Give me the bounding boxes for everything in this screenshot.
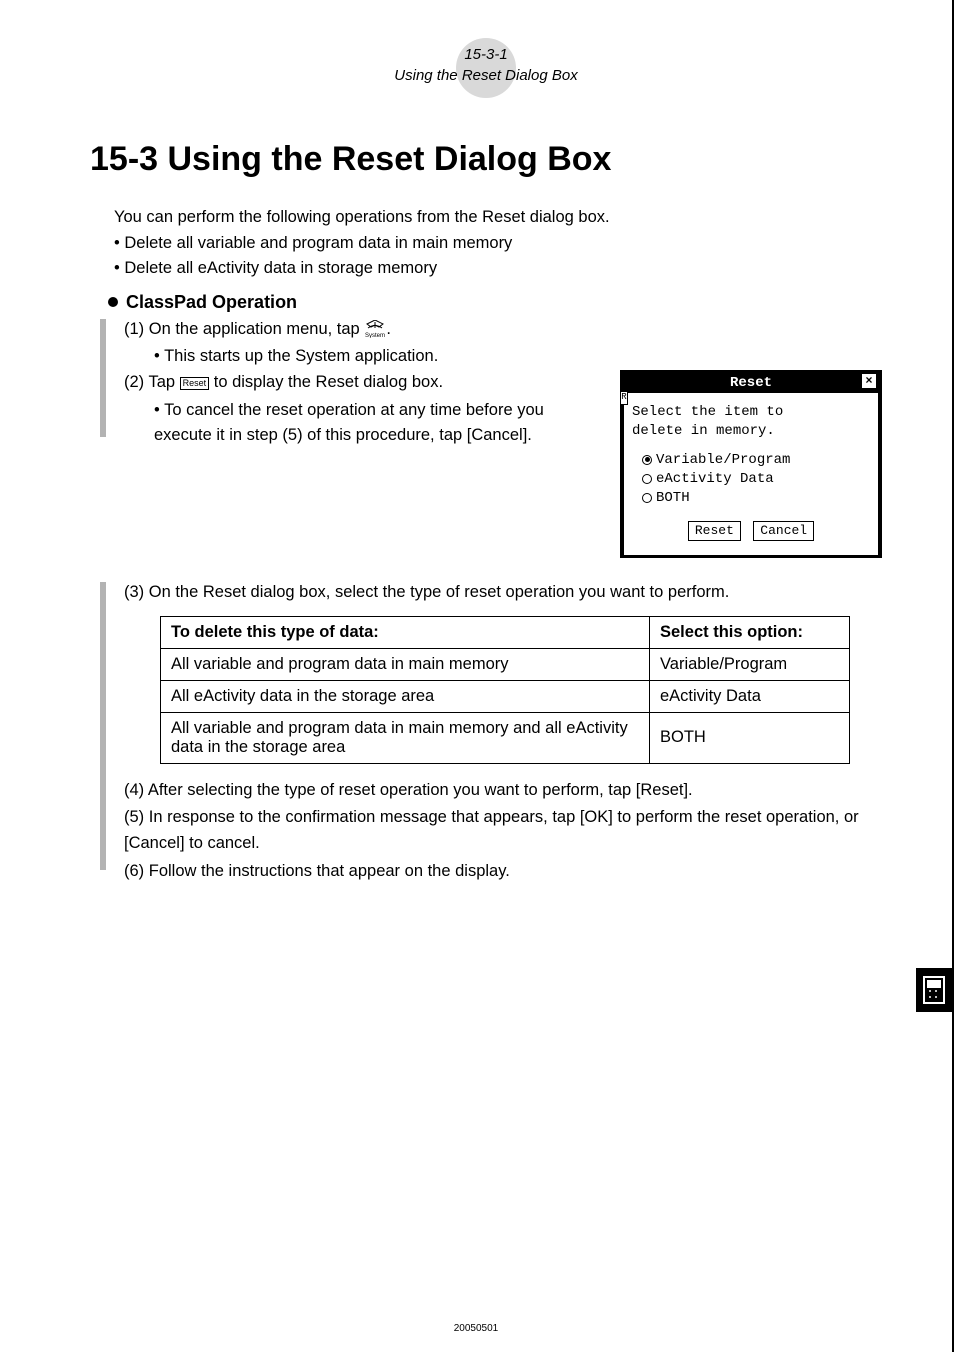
reset-toolbar-icon: Reset (180, 377, 210, 390)
step-1: (1) On the application menu, tap System … (124, 317, 882, 343)
running-title: Using the Reset Dialog Box (90, 65, 882, 86)
close-icon[interactable]: × (862, 374, 876, 388)
bullet-icon (108, 297, 118, 307)
dialog-option-both[interactable]: BOTH (642, 489, 870, 508)
radio-icon (642, 493, 652, 503)
dialog-option-1-label: Variable/Program (656, 451, 790, 470)
table-row: All variable and program data in main me… (161, 712, 850, 763)
dialog-prompt-line2: delete in memory. (632, 422, 870, 441)
footer-code: 20050501 (0, 1323, 952, 1334)
page-ref: 15-3-1 (90, 44, 882, 65)
intro-bullet-1-text: Delete all variable and program data in … (124, 234, 512, 252)
page-header: 15-3-1 Using the Reset Dialog Box (90, 30, 882, 100)
reset-options-table: To delete this type of data: Select this… (160, 616, 850, 764)
step-3: (3) On the Reset dialog box, select the … (124, 580, 882, 606)
dialog-option-variable-program[interactable]: Variable/Program (642, 451, 870, 470)
step-2-sub: • To cancel the reset operation at any t… (154, 398, 606, 449)
step-5: (5) In response to the confirmation mess… (124, 805, 882, 856)
reset-dialog-screenshot: Reset × R Select the item to delete in m… (620, 370, 882, 558)
operation-heading: ClassPad Operation (126, 292, 297, 313)
intro-line: You can perform the following operations… (114, 205, 882, 231)
table-cell: All eActivity data in the storage area (161, 680, 650, 712)
intro-bullet-1: • Delete all variable and program data i… (114, 231, 882, 257)
step-2-sub-text: To cancel the reset operation at any tim… (154, 401, 544, 445)
system-app-icon: System (364, 317, 386, 343)
step-4: (4) After selecting the type of reset op… (124, 778, 882, 804)
svg-text:System: System (365, 333, 385, 338)
table-cell: All variable and program data in main me… (161, 712, 650, 763)
procedure-bar-icon (100, 319, 106, 437)
table-cell: BOTH (650, 712, 850, 763)
step-1-sub-text: This starts up the System application. (164, 347, 438, 365)
radio-icon (642, 474, 652, 484)
step-2-text-after: to display the Reset dialog box. (209, 373, 443, 391)
dialog-option-2-label: eActivity Data (656, 470, 774, 489)
table-cell: eActivity Data (650, 680, 850, 712)
radio-icon (642, 455, 652, 465)
table-row: All variable and program data in main me… (161, 648, 850, 680)
step-2-text-before: (2) Tap (124, 373, 180, 391)
dialog-title: Reset (730, 375, 772, 391)
dialog-prompt-line1: Select the item to (632, 403, 870, 422)
procedure-bar-icon (100, 582, 106, 870)
table-cell: Variable/Program (650, 648, 850, 680)
step-6: (6) Follow the instructions that appear … (124, 859, 882, 885)
cancel-button[interactable]: Cancel (753, 521, 814, 541)
dialog-scroll-indicator (878, 411, 882, 455)
step-2: (2) Tap Reset to display the Reset dialo… (124, 370, 606, 396)
section-title: 15-3 Using the Reset Dialog Box (90, 140, 882, 179)
step-1-sub: • This starts up the System application. (154, 344, 882, 370)
calculator-icon (916, 968, 952, 1012)
step-1-text-after: . (386, 320, 391, 338)
reset-button[interactable]: Reset (688, 521, 741, 541)
table-head-data-type: To delete this type of data: (161, 616, 650, 648)
table-row: All eActivity data in the storage area e… (161, 680, 850, 712)
table-head-option: Select this option: (650, 616, 850, 648)
dialog-option-eactivity-data[interactable]: eActivity Data (642, 470, 870, 489)
intro-bullet-2-text: Delete all eActivity data in storage mem… (124, 259, 437, 277)
intro-bullet-2: • Delete all eActivity data in storage m… (114, 256, 882, 282)
step-1-text-before: (1) On the application menu, tap (124, 320, 364, 338)
dialog-option-3-label: BOTH (656, 489, 690, 508)
table-cell: All variable and program data in main me… (161, 648, 650, 680)
